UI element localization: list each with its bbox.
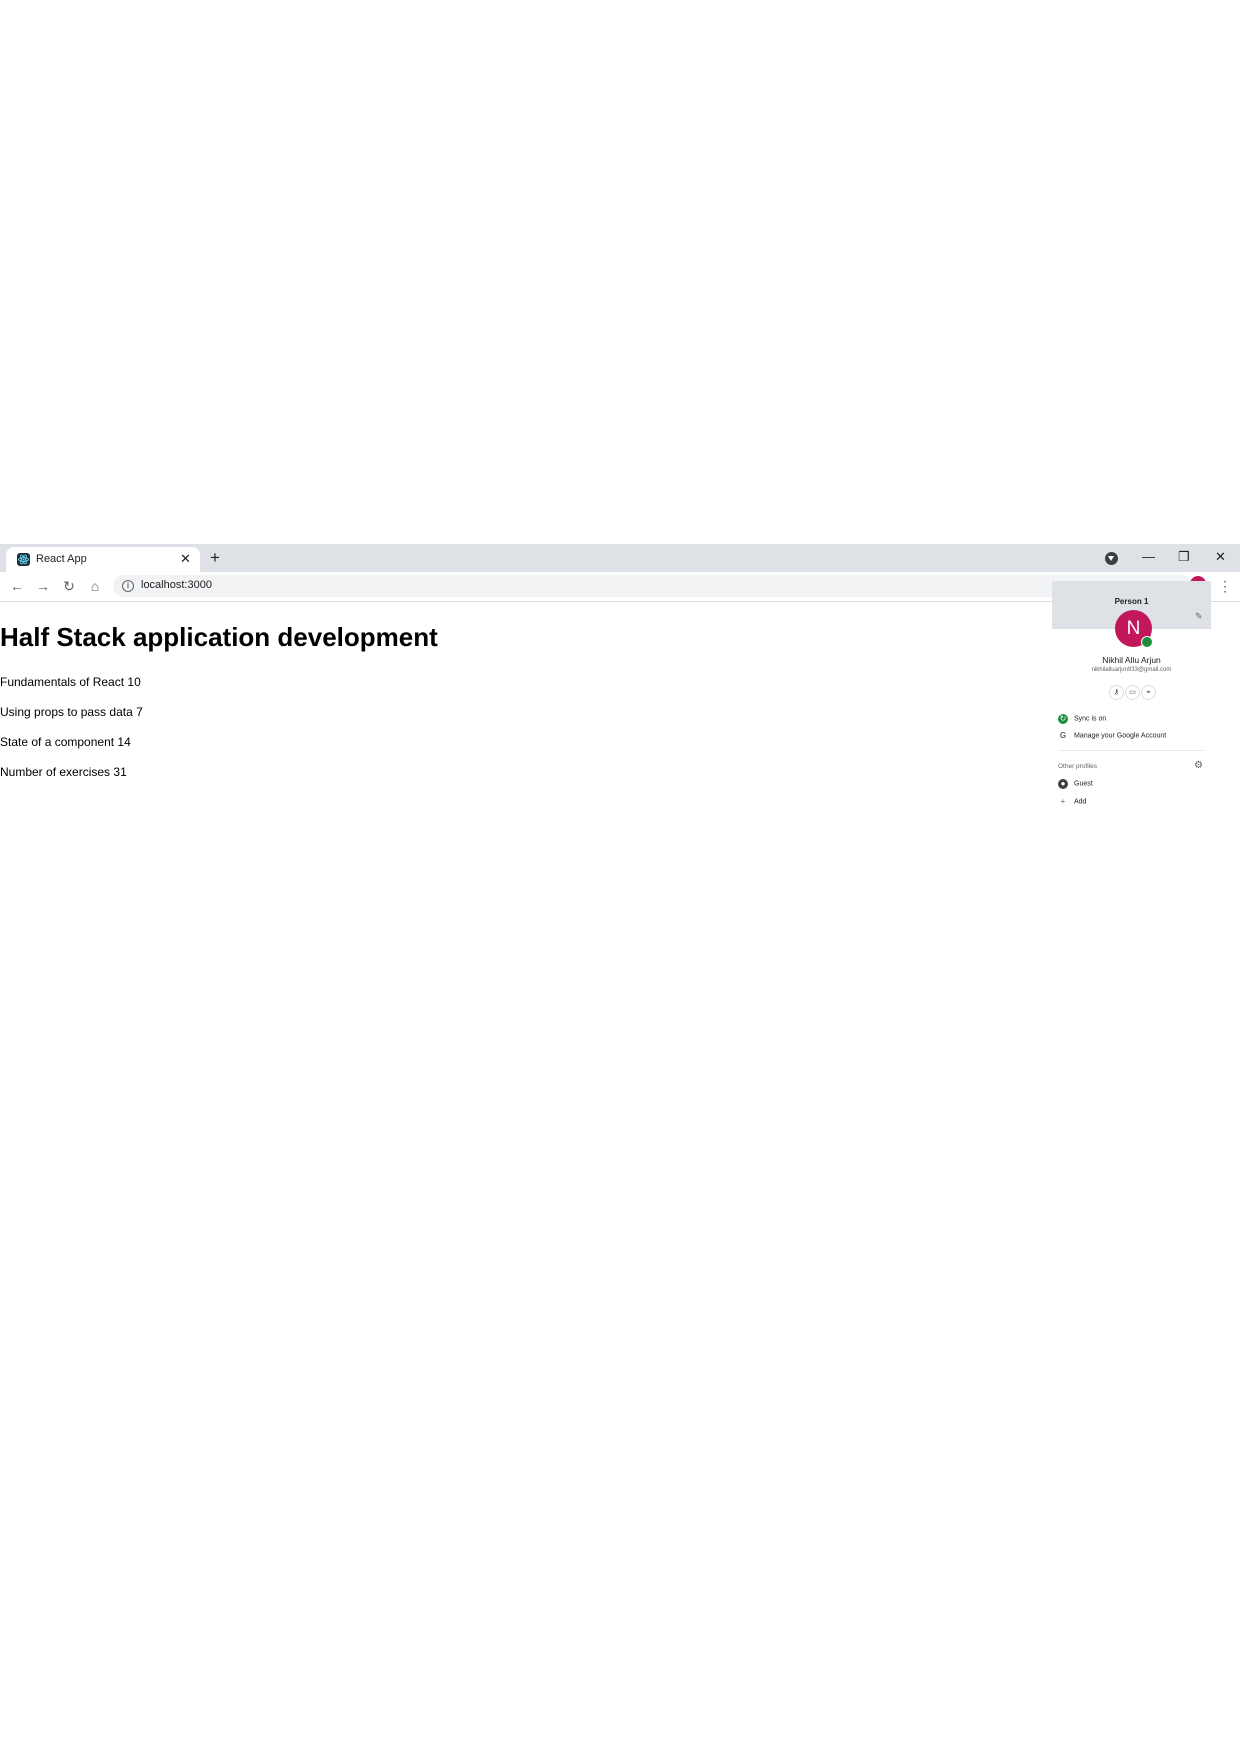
sync-icon: ↻ [1058,714,1068,724]
home-icon[interactable]: ⌂ [86,577,104,595]
total-value: 31 [113,765,127,779]
pencil-icon[interactable]: ✎ [1195,611,1203,622]
guest-label: Guest [1074,780,1093,788]
part-name: Using props to pass data [0,705,133,719]
manage-account-item[interactable]: G Manage your Google Account [1058,731,1166,741]
card-icon[interactable]: ▭ [1125,685,1140,700]
part-name: State of a component [0,735,115,749]
key-icon[interactable]: ⚷ [1109,685,1124,700]
user-full-name: Nikhil Allu Arjun [1102,655,1161,665]
browser-menu-icon[interactable]: ⋮ [1218,577,1232,595]
sync-status-item[interactable]: ↻ Sync is on [1058,714,1106,724]
tab-react-app[interactable]: React App ✕ [6,547,200,572]
tab-close-icon[interactable]: ✕ [180,550,191,568]
total-line: Number of exercises 31 [0,765,127,779]
part-name: Fundamentals of React [0,675,125,689]
sync-label: Sync is on [1074,715,1107,723]
part-exercises: 10 [127,675,141,689]
part-line: State of a component 14 [0,735,131,749]
new-tab-button[interactable]: + [210,548,220,568]
url-text[interactable]: localhost:3000 [141,579,212,591]
close-window-button[interactable]: ✕ [1215,548,1226,566]
guest-person-icon: ● [1058,779,1068,789]
profile-name: Person 1 [1114,597,1149,606]
minimize-button[interactable]: — [1142,548,1155,566]
part-exercises: 7 [136,705,143,719]
gear-icon[interactable]: ⚙ [1194,760,1203,771]
tab-strip: React App ✕ + — ❐ ✕ [0,544,1240,572]
part-exercises: 14 [117,735,131,749]
location-pin-icon[interactable]: ⌖ [1141,685,1156,700]
forward-arrow-icon[interactable]: → [34,577,52,595]
guest-profile-item[interactable]: ● Guest [1058,779,1093,789]
page-title: Half Stack application development [0,622,438,652]
tab-title: React App [36,553,87,565]
profile-dropdown-icon[interactable] [1105,552,1118,565]
back-arrow-icon[interactable]: ← [8,577,26,595]
add-label: Add [1074,798,1087,806]
total-label: Number of exercises [0,765,111,779]
divider [1058,750,1205,751]
part-line: Fundamentals of React 10 [0,675,141,689]
react-logo-icon [17,553,30,566]
manage-account-label: Manage your Google Account [1074,732,1167,740]
google-g-icon: G [1059,731,1067,740]
user-email: nikhilalluarjun933@gmail.com [1091,667,1172,673]
maximize-button[interactable]: ❐ [1178,548,1190,566]
part-line: Using props to pass data 7 [0,705,143,719]
other-profiles-heading: Other profiles [1058,763,1098,770]
add-profile-item[interactable]: + Add [1058,797,1087,807]
plus-icon: + [1060,797,1066,806]
profile-menu: Person 1 ✎ N Nikhil Allu Arjun nikhilall… [1052,581,1211,814]
reload-icon[interactable]: ↻ [60,577,78,595]
info-icon[interactable]: i [122,580,134,592]
sync-badge-icon [1141,636,1153,648]
address-bar[interactable]: i localhost:3000 [113,575,1193,597]
